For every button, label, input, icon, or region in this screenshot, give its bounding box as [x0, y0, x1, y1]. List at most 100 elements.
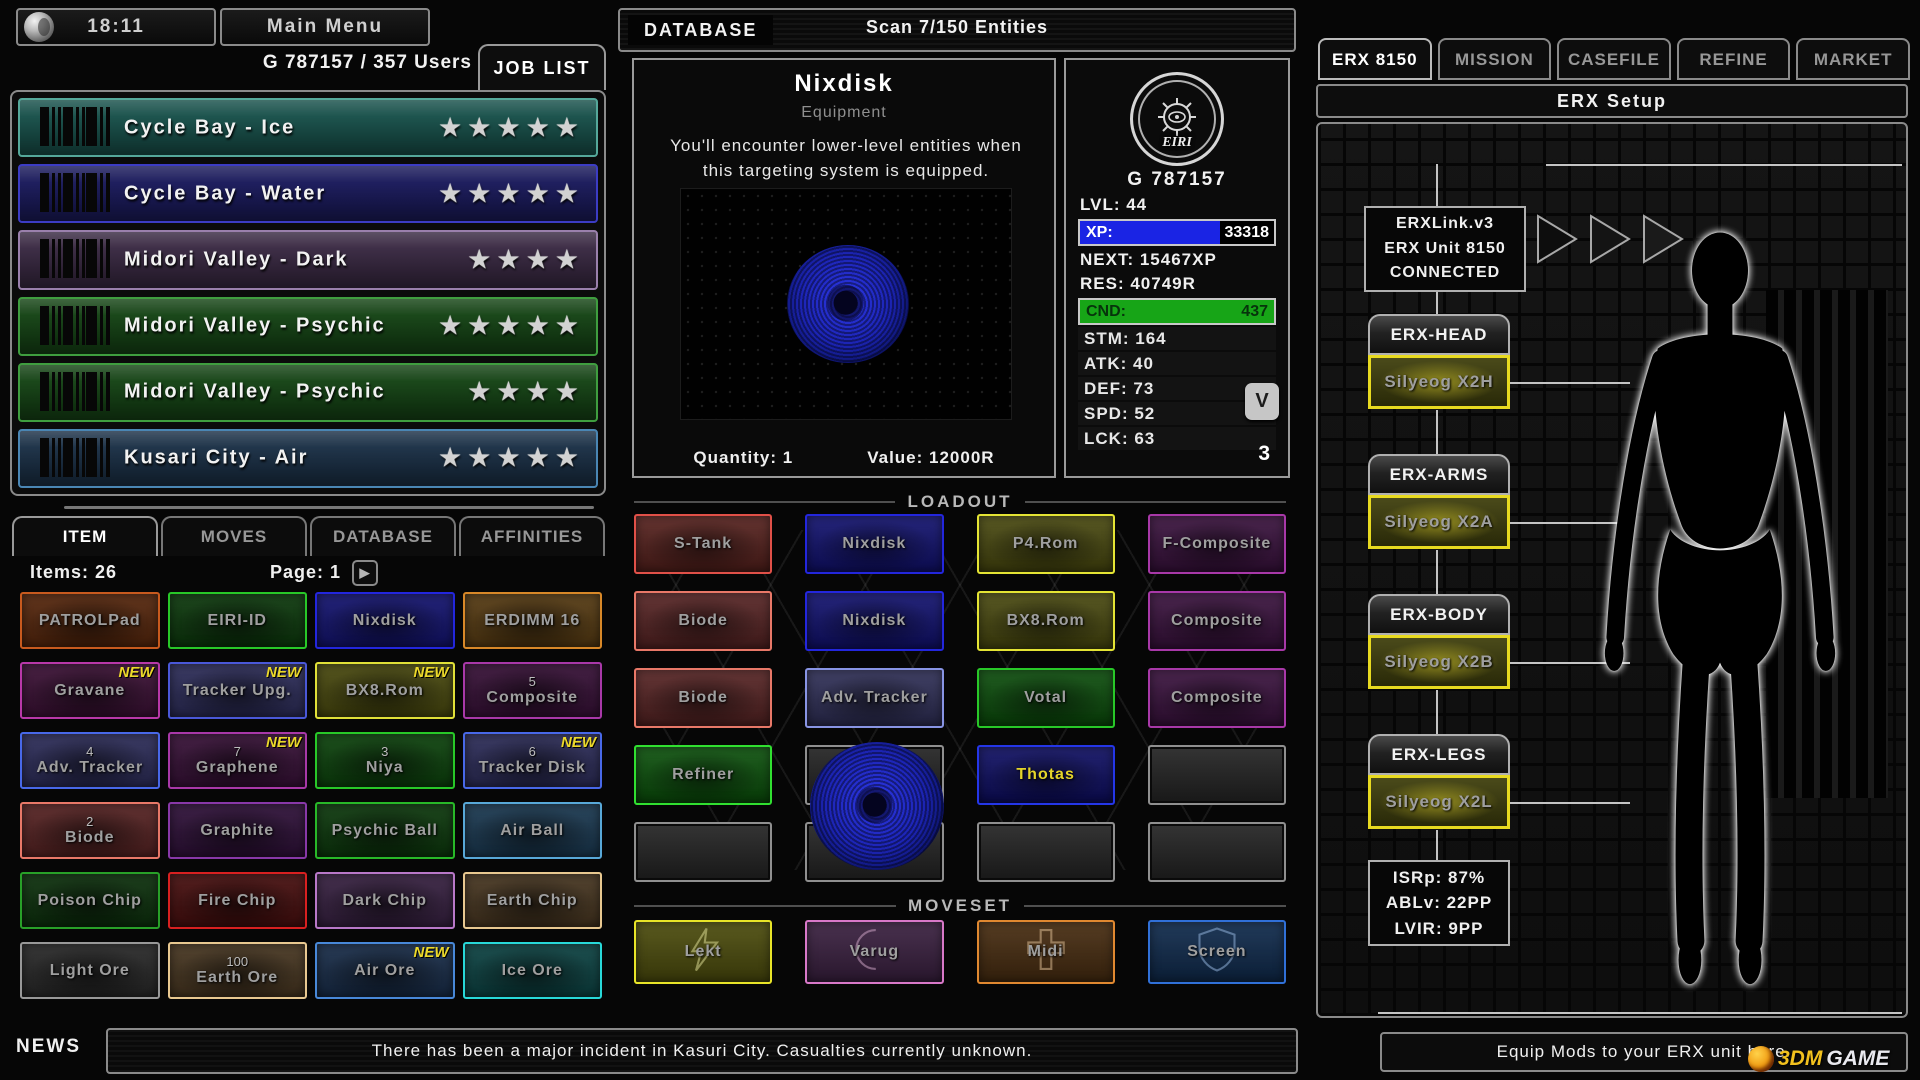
- move-slot[interactable]: Lekt: [634, 920, 772, 984]
- inventory-item[interactable]: NEWTracker Upg.: [168, 662, 308, 719]
- next-page-button[interactable]: ▶: [352, 560, 378, 586]
- inventory-tab-bar: ITEM MOVES DATABASE AFFINITIES: [12, 516, 608, 556]
- tab-affinities[interactable]: AFFINITIES: [459, 516, 605, 556]
- loadout-slot[interactable]: Composite: [1148, 591, 1286, 651]
- item-name: Adv. Tracker: [36, 759, 143, 777]
- inventory-item[interactable]: EIRI-ID: [168, 592, 308, 649]
- inventory-item[interactable]: Earth Chip: [463, 872, 603, 929]
- erx-head-item[interactable]: Silyeog X2H: [1368, 355, 1510, 409]
- tab-erx-8150[interactable]: ERX 8150: [1318, 38, 1432, 80]
- job-list-item[interactable]: Midori Valley - Psychic ★★★★★: [18, 297, 598, 356]
- erx-link-status: ERXLink.v3 ERX Unit 8150 CONNECTED: [1364, 206, 1526, 292]
- erx-mannequin-silhouette: [1554, 222, 1886, 1002]
- inventory-item[interactable]: NEWBX8.Rom: [315, 662, 455, 719]
- inventory-item[interactable]: PATROLPad: [20, 592, 160, 649]
- loadout-slot[interactable]: BX8.Rom: [977, 591, 1115, 651]
- xp-value: 33318: [1225, 221, 1270, 244]
- loadout-slot[interactable]: Biode: [634, 591, 772, 651]
- tab-mission[interactable]: MISSION: [1438, 38, 1552, 80]
- tab-refine[interactable]: REFINE: [1677, 38, 1791, 80]
- tab-item[interactable]: ITEM: [12, 516, 158, 556]
- inventory-item[interactable]: Poison Chip: [20, 872, 160, 929]
- loadout-slot-empty[interactable]: [634, 822, 772, 882]
- loadout-slot[interactable]: Composite: [1148, 668, 1286, 728]
- job-rating-stars: ★★★★★: [438, 311, 584, 342]
- item-name: Tracker Disk: [479, 759, 586, 777]
- item-name: Air Ore: [354, 962, 415, 980]
- inventory-item[interactable]: Nixdisk: [315, 592, 455, 649]
- loadout-slot-empty[interactable]: [977, 822, 1115, 882]
- erx-legs-item[interactable]: Silyeog X2L: [1368, 775, 1510, 829]
- tab-moves[interactable]: MOVES: [161, 516, 307, 556]
- inventory-item[interactable]: NEWGravane: [20, 662, 160, 719]
- inventory-item[interactable]: ERDIMM 16: [463, 592, 603, 649]
- tab-casefile[interactable]: CASEFILE: [1557, 38, 1671, 80]
- inventory-item[interactable]: Fire Chip: [168, 872, 308, 929]
- inventory-item[interactable]: Psychic Ball: [315, 802, 455, 859]
- barcode-icon: [40, 438, 110, 477]
- item-name: Biode: [65, 829, 114, 847]
- inventory-item[interactable]: Ice Ore: [463, 942, 603, 999]
- erx-slot-body: ERX-BODY Silyeog X2B: [1368, 594, 1510, 689]
- database-header: Scan 7/150 Entities DATABASE: [618, 8, 1296, 52]
- item-name: Graphite: [200, 822, 274, 840]
- inventory-item[interactable]: Air Ball: [463, 802, 603, 859]
- job-rating-stars: ★★★★★: [438, 178, 584, 209]
- loadout-slot[interactable]: Votal: [977, 668, 1115, 728]
- job-list-item[interactable]: Cycle Bay - Ice ★★★★★: [18, 98, 598, 157]
- barcode-icon: [40, 372, 110, 411]
- erx-arms-item[interactable]: Silyeog X2A: [1368, 495, 1510, 549]
- loadout-slot[interactable]: Adv. Tracker: [805, 668, 943, 728]
- slot-item-name: Biode: [678, 612, 727, 630]
- inventory-item[interactable]: 4Adv. Tracker: [20, 732, 160, 789]
- loadout-slot[interactable]: Biode: [634, 668, 772, 728]
- loadout-slot[interactable]: P4.Rom: [977, 514, 1115, 574]
- inventory-item[interactable]: Graphite: [168, 802, 308, 859]
- loadout-slot[interactable]: Refiner: [634, 745, 772, 805]
- loadout-slot[interactable]: Nixdisk: [805, 514, 943, 574]
- item-name: Composite: [486, 689, 578, 707]
- erx-setup-header: ERX Setup: [1316, 84, 1908, 118]
- erx-connection-status: CONNECTED: [1366, 261, 1524, 286]
- moon-orb-icon: [24, 12, 54, 42]
- job-list-item[interactable]: Midori Valley - Psychic ★★★★: [18, 363, 598, 422]
- item-name: Dark Chip: [342, 892, 427, 910]
- connector-line: [1436, 830, 1438, 860]
- tab-market[interactable]: MARKET: [1796, 38, 1910, 80]
- loadout-slot-empty[interactable]: [1148, 745, 1286, 805]
- tab-database[interactable]: DATABASE: [310, 516, 456, 556]
- move-slot[interactable]: Varug: [805, 920, 943, 984]
- inventory-item[interactable]: 3Niya: [315, 732, 455, 789]
- inventory-item[interactable]: NEWAir Ore: [315, 942, 455, 999]
- loadout-slot[interactable]: Thotas: [977, 745, 1115, 805]
- item-name: Graphene: [196, 759, 279, 777]
- new-badge: NEW: [414, 944, 449, 961]
- move-name: Lekt: [685, 943, 722, 961]
- loadout-slot[interactable]: F-Composite: [1148, 514, 1286, 574]
- loadout-slot-empty[interactable]: [1148, 822, 1286, 882]
- inventory-item[interactable]: 100Earth Ore: [168, 942, 308, 999]
- inventory-item[interactable]: 5Composite: [463, 662, 603, 719]
- move-slot[interactable]: Midi: [977, 920, 1115, 984]
- job-list-item[interactable]: Midori Valley - Dark ★★★★: [18, 230, 598, 289]
- inventory-item[interactable]: 2Biode: [20, 802, 160, 859]
- v-button[interactable]: V: [1245, 383, 1279, 420]
- inventory-item[interactable]: NEW7Graphene: [168, 732, 308, 789]
- loadout-title-text: LOADOUT: [907, 492, 1012, 512]
- job-list-item[interactable]: Cycle Bay - Water ★★★★★: [18, 164, 598, 223]
- tab-job-list[interactable]: JOB LIST: [478, 44, 606, 90]
- erx-body-item[interactable]: Silyeog X2B: [1368, 635, 1510, 689]
- main-menu-button[interactable]: Main Menu: [220, 8, 430, 46]
- item-name: Air Ball: [500, 822, 564, 840]
- job-list-item[interactable]: Kusari City - Air ★★★★★: [18, 429, 598, 488]
- inventory-item[interactable]: NEW6Tracker Disk: [463, 732, 603, 789]
- lvir-stat: LVIR: 9PP: [1370, 916, 1508, 942]
- loadout-slot[interactable]: Nixdisk: [805, 591, 943, 651]
- erx-slot-head: ERX-HEAD Silyeog X2H: [1368, 314, 1510, 409]
- loadout-slot[interactable]: S-Tank: [634, 514, 772, 574]
- inventory-item[interactable]: Dark Chip: [315, 872, 455, 929]
- loadout-title: LOADOUT: [634, 492, 1286, 512]
- move-slot[interactable]: Screen: [1148, 920, 1286, 984]
- inventory-item[interactable]: Light Ore: [20, 942, 160, 999]
- job-name: Midori Valley - Dark: [124, 248, 349, 271]
